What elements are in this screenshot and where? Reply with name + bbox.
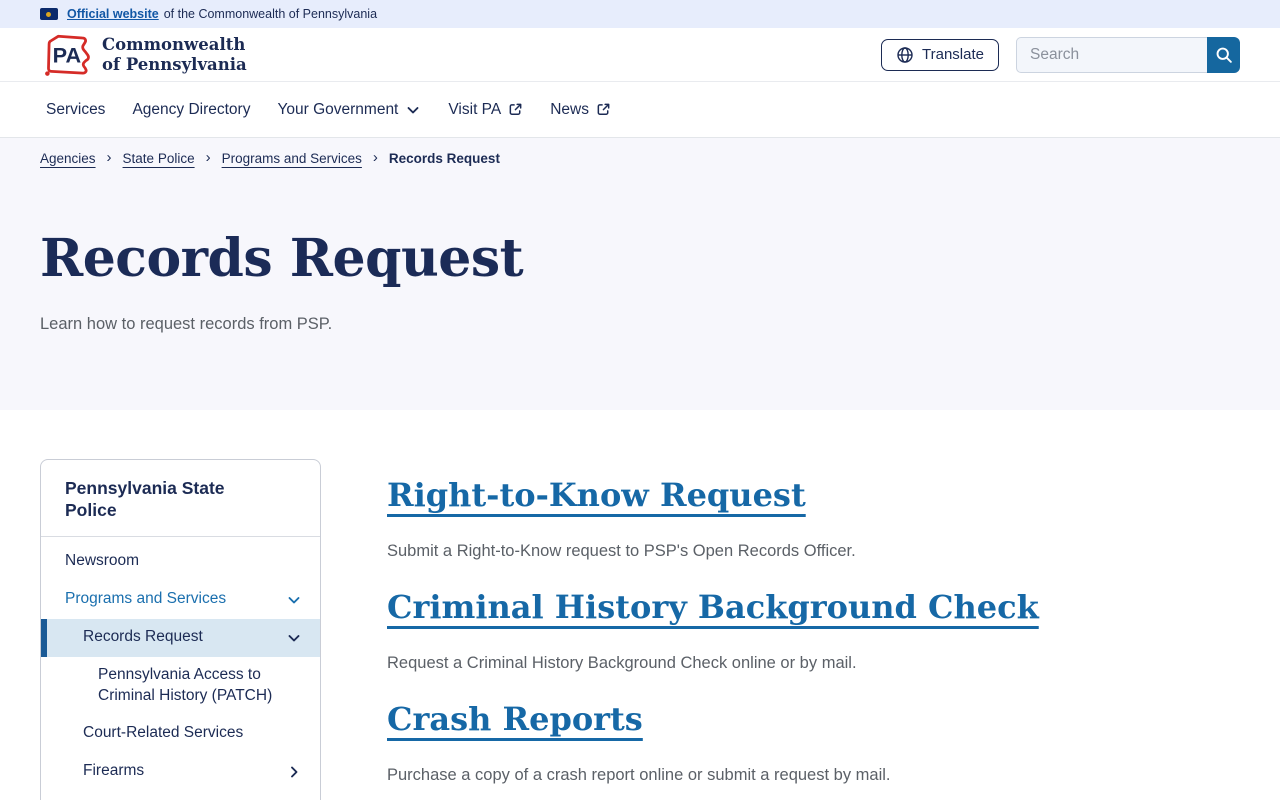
chevron-right-icon <box>291 766 298 778</box>
translate-button[interactable]: Translate <box>881 38 999 71</box>
sidebar-item-label: Records Request <box>83 628 203 646</box>
pennsylvania-flag-icon <box>40 8 58 20</box>
sidebar-title: Pennsylvania State Police <box>41 460 320 537</box>
nav-item-label: Services <box>46 100 106 118</box>
logo-wordmark: Commonwealth of Pennsylvania <box>102 34 247 74</box>
sidebar-item-records-request[interactable]: Records Request <box>41 618 320 657</box>
sidebar-item-newsroom[interactable]: Newsroom <box>41 543 320 581</box>
sidebar-item-label: Newsroom <box>65 552 140 570</box>
page-hero: Agencies › State Police › Programs and Servi… <box>0 138 1280 410</box>
chevron-down-icon <box>288 634 300 642</box>
content-area: Pennsylvania State Police Newsroom Progra… <box>0 410 1280 800</box>
sidebar-item-firearms[interactable]: Firearms <box>41 753 320 791</box>
nav-item-visit-pa[interactable]: Visit PA <box>448 101 523 119</box>
search-button[interactable] <box>1207 36 1240 73</box>
nav-item-news[interactable]: News <box>550 101 611 119</box>
banner-text: of the Commonwealth of Pennsylvania <box>163 7 378 21</box>
sidebar-item-for-media[interactable]: For Media <box>41 791 320 800</box>
nav-item-label: Visit PA <box>448 100 502 118</box>
main-content: Right-to-Know Request Submit a Right-to-K… <box>387 459 1240 800</box>
official-banner: Official website of the Commonwealth of … <box>0 0 1280 28</box>
section-heading: Crash Reports <box>387 699 1240 741</box>
sidebar-item-pennsylvania-access-to-criminal-history-patch[interactable]: Pennsylvania Access to Criminal History … <box>41 657 320 715</box>
breadcrumb-item-records-request: Records Request <box>388 151 500 166</box>
site-header: PA Commonwealth of Pennsylvania Translat… <box>0 28 1280 82</box>
section-right-to-know-request: Right-to-Know Request Submit a Right-to-K… <box>387 475 1240 562</box>
globe-icon <box>897 46 913 63</box>
official-website-link[interactable]: Official website <box>67 7 159 21</box>
section-description: Submit a Right-to-Know request to PSP's … <box>387 541 856 560</box>
page-title: Records Request <box>40 228 524 289</box>
section-title-link-right-to-know-request[interactable]: Right-to-Know Request <box>387 476 806 514</box>
svg-text:PA: PA <box>53 42 82 67</box>
section-description: Request a Criminal History Background Ch… <box>387 653 857 672</box>
section-criminal-history-background-check: Criminal History Background Check Request… <box>387 587 1240 674</box>
breadcrumb-separator: › <box>372 149 378 166</box>
external-link-icon <box>509 103 522 115</box>
sidebar-item-label: Firearms <box>83 762 145 780</box>
breadcrumb-item-state-police[interactable]: State Police <box>123 151 195 166</box>
sidebar-item-label: Court-Related Services <box>83 724 244 742</box>
sidebar-menu: Newsroom Programs and Services Records Req… <box>41 537 320 800</box>
sidebar-item-label: Pennsylvania Access to Criminal History … <box>98 665 273 704</box>
section-description: Purchase a copy of a crash report online… <box>387 765 891 784</box>
sidebar-item-court-related-services[interactable]: Court-Related Services <box>41 715 320 753</box>
breadcrumb: Agencies › State Police › Programs and Servi… <box>40 149 1240 166</box>
pa-state-outline-icon: PA <box>45 34 90 76</box>
nav-item-label: Your Government <box>277 100 399 118</box>
nav-item-your-government[interactable]: Your Government <box>277 101 421 119</box>
search-icon <box>1216 47 1232 63</box>
chevron-down-icon <box>288 596 300 604</box>
search-input[interactable] <box>1016 36 1207 73</box>
section-heading: Right-to-Know Request <box>387 475 1240 517</box>
page-subtitle: Learn how to request records from PSP. <box>40 315 333 333</box>
breadcrumb-separator: › <box>205 149 211 166</box>
nav-item-services[interactable]: Services <box>46 101 105 119</box>
nav-item-agency-directory[interactable]: Agency Directory <box>132 101 250 119</box>
nav-item-label: Agency Directory <box>132 100 251 118</box>
section-title-link-criminal-history-background-check[interactable]: Criminal History Background Check <box>387 588 1039 626</box>
breadcrumb-separator: › <box>106 149 112 166</box>
translate-label: Translate <box>922 46 984 63</box>
nav-item-label: News <box>550 100 589 118</box>
sidebar-item-programs-and-services[interactable]: Programs and Services <box>41 581 320 619</box>
section-crash-reports: Crash Reports Purchase a copy of a crash … <box>387 699 1240 786</box>
external-link-icon <box>597 103 610 115</box>
pa-logo[interactable]: PA Commonwealth of Pennsylvania <box>40 32 247 77</box>
section-heading: Criminal History Background Check <box>387 587 1240 629</box>
breadcrumb-item-agencies[interactable]: Agencies <box>40 151 96 166</box>
main-navigation: Services Agency Directory Your Government V… <box>0 82 1280 138</box>
site-search <box>1016 36 1240 73</box>
sidebar-card: Pennsylvania State Police Newsroom Progra… <box>40 459 321 800</box>
chevron-down-icon <box>407 106 419 113</box>
breadcrumb-item-programs-and-services[interactable]: Programs and Services <box>222 151 362 166</box>
sidebar-item-label: Programs and Services <box>65 590 227 608</box>
section-title-link-crash-reports[interactable]: Crash Reports <box>387 700 643 738</box>
